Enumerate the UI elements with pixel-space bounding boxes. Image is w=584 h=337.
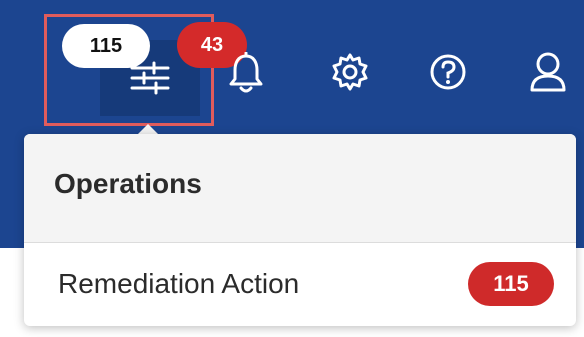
settings-button[interactable] <box>330 52 370 92</box>
notifications-button[interactable] <box>228 52 264 96</box>
dropdown-caret <box>138 124 158 134</box>
dropdown-item-count-badge: 115 <box>468 262 554 306</box>
user-profile-button[interactable] <box>528 50 568 94</box>
user-icon <box>530 52 566 92</box>
dropdown-item-remediation-action[interactable]: Remediation Action 115 <box>24 242 576 326</box>
gear-icon <box>332 53 368 91</box>
dropdown-item-label: Remediation Action <box>58 268 300 299</box>
dropdown-header: Operations <box>24 134 576 243</box>
dropdown-title: Operations <box>54 168 202 199</box>
help-icon <box>430 54 466 90</box>
operations-count-badge: 115 <box>62 24 150 68</box>
operations-dropdown: Operations Remediation Action 115 <box>24 134 576 326</box>
bell-icon <box>229 52 263 93</box>
help-button[interactable] <box>428 52 468 92</box>
